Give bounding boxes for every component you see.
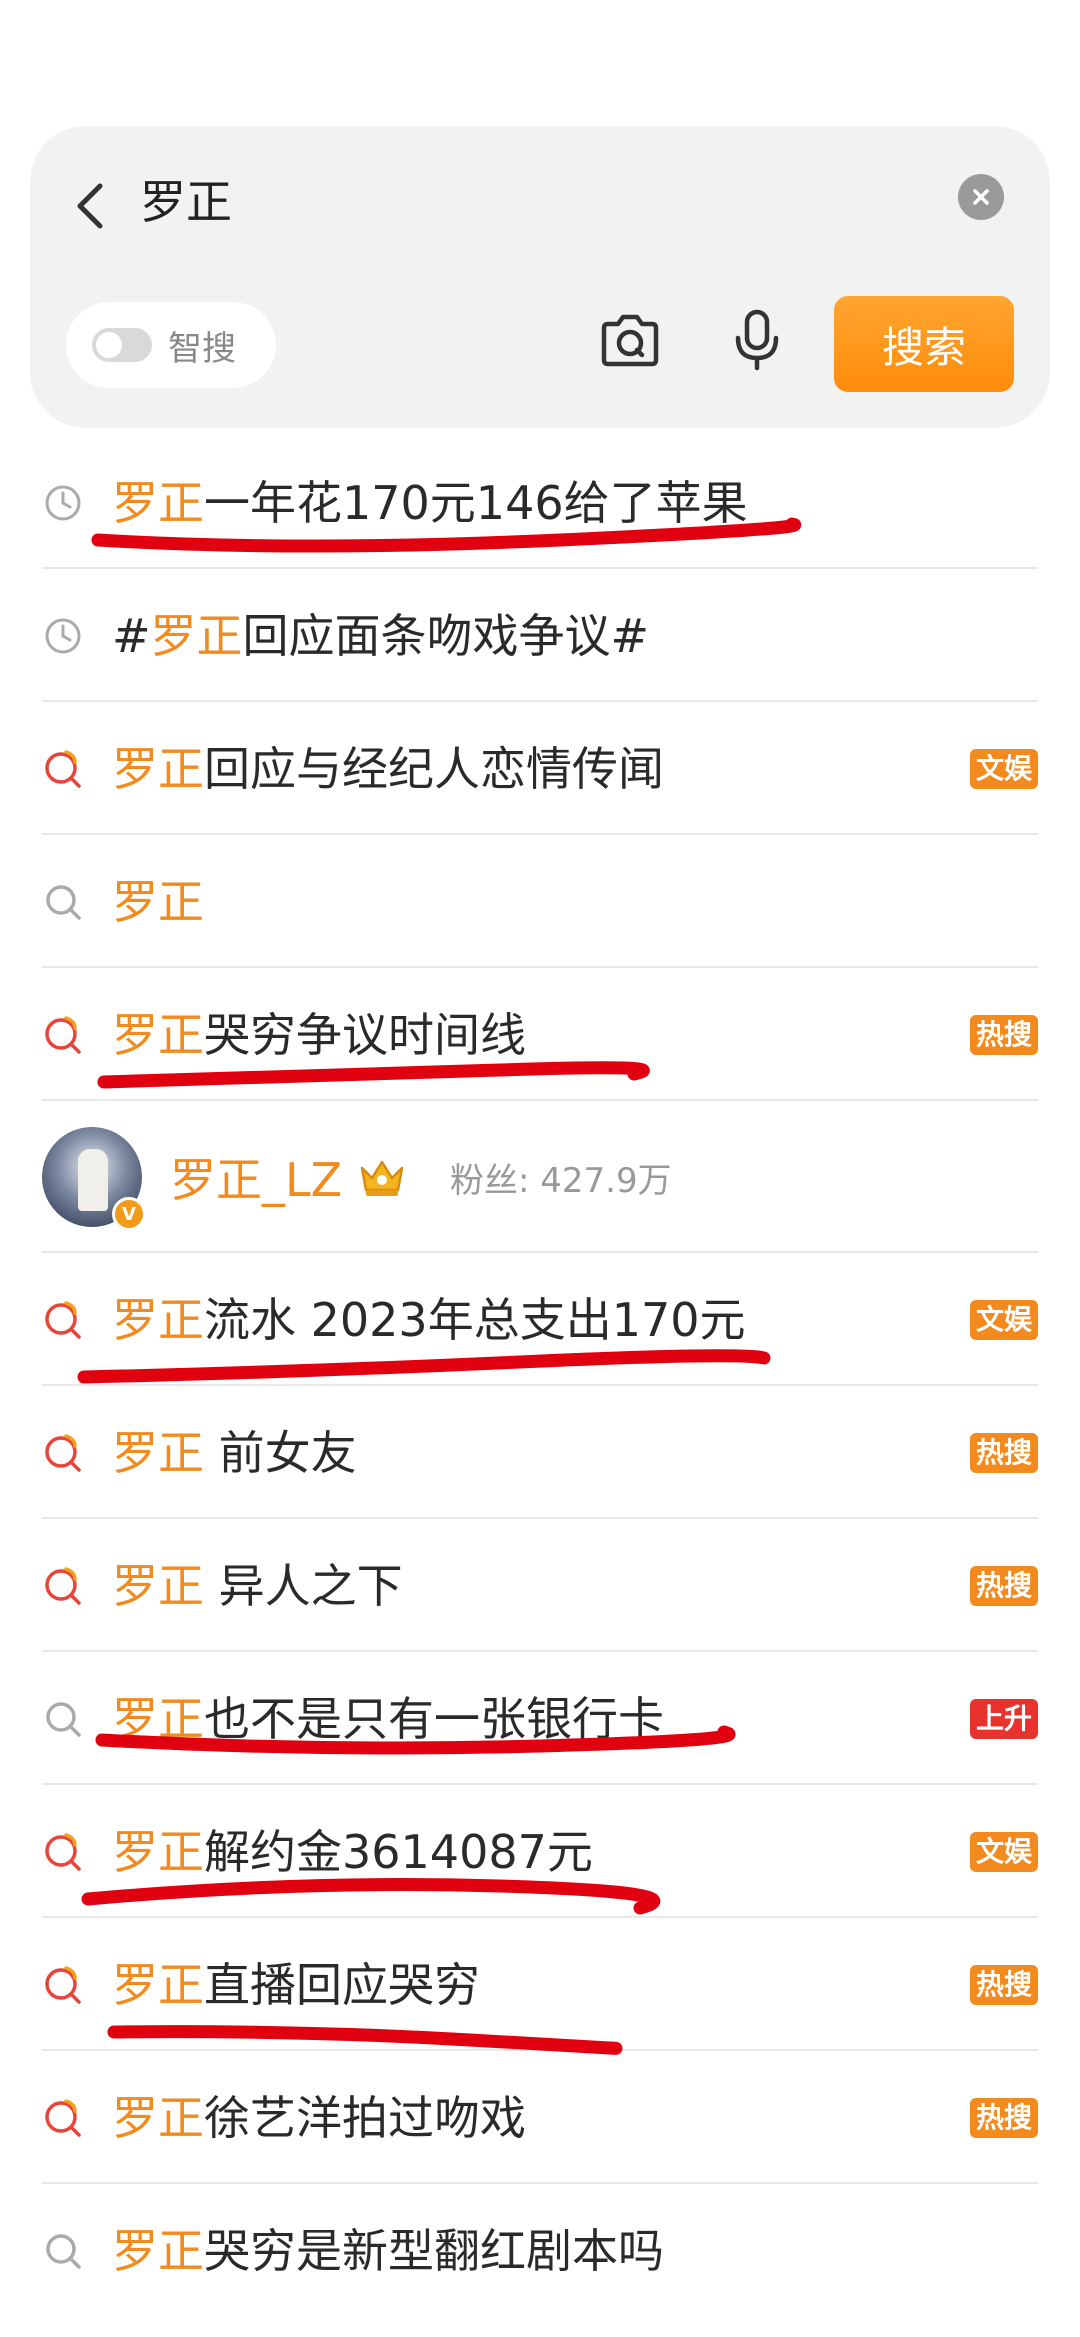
suggestion-text: 罗正 [112, 872, 204, 932]
search-icon [46, 2233, 81, 2269]
suggestion-rest: 也不是只有一张银行卡 [204, 1691, 664, 1746]
suggestion-text: 罗正 前女友 [112, 1423, 357, 1483]
keyword-highlight: 罗正 [112, 874, 204, 929]
list-item[interactable]: 罗正 前女友 热搜 [0, 1386, 1080, 1519]
suggestion-rest: 异人之下 [204, 1558, 403, 1613]
suggestion-text: 罗正徐艺洋拍过吻戏 [112, 2088, 526, 2148]
camera-search-button[interactable] [596, 306, 664, 374]
clear-button[interactable] [958, 174, 1004, 220]
suggestion-text: 罗正哭穷是新型翻红剧本吗 [112, 2221, 664, 2281]
fans-count: 粉丝: 427.9万 [450, 1160, 672, 1201]
toggle-switch[interactable] [92, 328, 152, 362]
search-button[interactable]: 搜索 [834, 296, 1014, 392]
camera-icon [601, 314, 659, 367]
smart-search-toggle[interactable]: 智搜 [66, 302, 276, 388]
tag-badge: 热搜 [969, 1565, 1038, 1606]
suggestion-text: 罗正 异人之下 [112, 1556, 403, 1616]
tag-badge: 热搜 [969, 2097, 1038, 2138]
keyword-highlight: 罗正 [150, 608, 243, 663]
list-item[interactable]: 罗正直播回应哭穷 热搜 [0, 1918, 1080, 2051]
hot-search-icon [45, 749, 81, 788]
avatar-figure [78, 1149, 108, 1211]
suggestion-text: 罗正回应与经纪人恋情传闻 [112, 739, 664, 799]
suggestion-text: 罗正直播回应哭穷 [112, 1955, 480, 2015]
keyword-highlight: 罗正 [112, 1824, 204, 1879]
list-item[interactable]: 罗正一年花170元146给了苹果 [0, 436, 1080, 569]
search-icon [46, 884, 81, 920]
suggestion-rest: 回应与经纪人恋情传闻 [204, 741, 664, 796]
keyword-highlight: 罗正 [112, 741, 204, 796]
tag-badge: 文娱 [969, 1831, 1038, 1872]
tag-badge: 热搜 [969, 1432, 1038, 1473]
smart-search-label: 智搜 [168, 328, 236, 369]
list-item[interactable]: 罗正回应与经纪人恋情传闻 文娱 [0, 702, 1080, 835]
hot-search-icon [45, 1566, 81, 1605]
suggestion-text: 罗正流水 2023年总支出170元 [112, 1290, 746, 1350]
search-panel: 罗正 智搜 搜索 [30, 126, 1050, 428]
list-item[interactable]: 罗正 异人之下 热搜 [0, 1519, 1080, 1652]
search-icon [46, 1701, 81, 1737]
hashtag-prefix: # [112, 608, 151, 663]
clock-icon [45, 485, 81, 520]
hot-search-icon [45, 1300, 81, 1339]
suggestion-text: 罗正解约金3614087元 [112, 1822, 593, 1882]
suggestion-rest: 回应面条吻戏争议# [242, 608, 650, 663]
keyword-highlight: 罗正 [112, 1007, 204, 1062]
list-item[interactable]: 罗正哭穷是新型翻红剧本吗 [0, 2184, 1080, 2317]
suggestion-rest: 徐艺洋拍过吻戏 [204, 2090, 526, 2145]
keyword-highlight: 罗正 [112, 1558, 204, 1613]
keyword-highlight: 罗正 [112, 2223, 204, 2278]
suggestion-rest: 前女友 [204, 1425, 357, 1480]
suggestion-text: 罗正也不是只有一张银行卡 [112, 1689, 664, 1749]
chevron-left-icon [77, 183, 103, 229]
keyword-highlight: 罗正 [112, 1425, 204, 1480]
close-icon [973, 189, 989, 205]
crown-icon [360, 1160, 404, 1196]
suggestion-rest: 流水 2023年总支出170元 [204, 1292, 746, 1347]
keyword-highlight: 罗正 [112, 1957, 204, 2012]
tag-badge: 文娱 [969, 1299, 1038, 1340]
suggestion-rest: 解约金3614087元 [204, 1824, 593, 1879]
suggestion-rest: 直播回应哭穷 [204, 1957, 480, 2012]
list-item[interactable]: 罗正也不是只有一张银行卡 上升 [0, 1652, 1080, 1785]
user-name: 罗正_LZ [170, 1153, 343, 1207]
clock-icon [45, 618, 81, 653]
hot-search-icon [45, 2098, 81, 2137]
user-card[interactable]: V 罗正_LZ 粉丝: 427.9万 [0, 1101, 1080, 1253]
tag-badge: 热搜 [969, 1014, 1038, 1055]
list-item[interactable]: 罗正哭穷争议时间线 热搜 [0, 968, 1080, 1101]
tag-badge: 文娱 [969, 748, 1038, 789]
suggestion-rest: 哭穷争议时间线 [204, 1007, 526, 1062]
hot-search-icon [45, 1832, 81, 1871]
verified-badge: V [112, 1197, 146, 1231]
tag-badge: 热搜 [969, 1964, 1038, 2005]
hot-search-icon [45, 1015, 81, 1054]
keyword-highlight: 罗正 [112, 2090, 204, 2145]
suggestion-text: 罗正哭穷争议时间线 [112, 1005, 526, 1065]
list-item[interactable]: #罗正回应面条吻戏争议# [0, 569, 1080, 702]
keyword-highlight: 罗正 [112, 1292, 204, 1347]
list-item[interactable]: 罗正流水 2023年总支出170元 文娱 [0, 1253, 1080, 1386]
keyword-highlight: 罗正 [112, 475, 204, 530]
suggestion-rest: 一年花170元146给了苹果 [204, 475, 748, 530]
tag-badge: 上升 [969, 1698, 1038, 1739]
suggestion-text: 罗正一年花170元146给了苹果 [112, 473, 748, 533]
avatar[interactable]: V [42, 1127, 146, 1231]
hot-search-icon [45, 1965, 81, 2004]
list-item[interactable]: 罗正徐艺洋拍过吻戏 热搜 [0, 2051, 1080, 2184]
voice-search-button[interactable] [730, 306, 784, 374]
suggestion-rest: 哭穷是新型翻红剧本吗 [204, 2223, 664, 2278]
back-button[interactable] [62, 166, 122, 246]
microphone-icon [735, 309, 779, 371]
keyword-highlight: 罗正 [112, 1691, 204, 1746]
hot-search-icon [45, 1433, 81, 1472]
suggestion-text: #罗正回应面条吻戏争议# [112, 606, 649, 666]
list-item[interactable]: 罗正解约金3614087元 文娱 [0, 1785, 1080, 1918]
suggestion-list: 罗正一年花170元146给了苹果 #罗正回应面条吻戏争议# 罗正回应与经纪人恋情… [0, 436, 1080, 2317]
search-input[interactable]: 罗正 [140, 170, 232, 234]
list-item[interactable]: 罗正 [0, 835, 1080, 968]
